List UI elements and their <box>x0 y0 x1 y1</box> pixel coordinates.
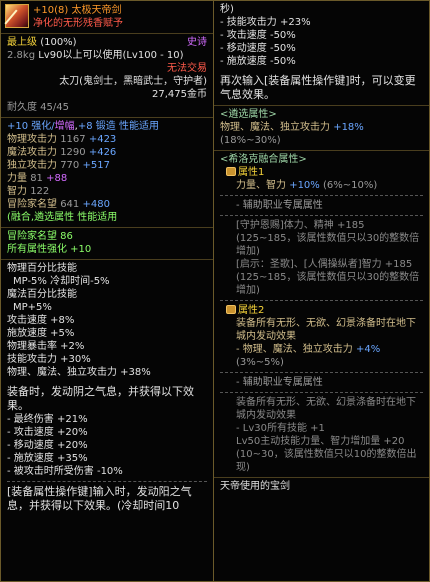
stat-row: 魔法攻击力 1290 +426 <box>7 146 207 159</box>
skill-line: 物理百分比技能 <box>7 263 77 274</box>
stat-row: 冒险家名望 641 +480 <box>7 198 207 211</box>
skill-line: 物理暴击率 +2% <box>7 341 85 352</box>
skill-line: 魔法百分比技能 <box>7 289 77 300</box>
all-stat-enhance: 所有属性强化 +10 <box>7 244 92 255</box>
equip-effect-line: - 移动速度 +20% <box>7 440 88 451</box>
grade-pct: (100%) <box>40 37 77 48</box>
attr1-value: +10% <box>289 180 320 191</box>
select-attribute-title: <遴选属性> <box>220 109 277 120</box>
stat-name: 冒险家名望 <box>7 199 57 210</box>
select-attribute-value: +18% <box>333 122 364 133</box>
skill-effects: 物理百分比技能 MP-5% 冷却时间-5% 魔法百分比技能 MP+5% 攻击速度… <box>1 260 213 516</box>
stat-row: 智力 122 <box>7 185 207 198</box>
aux-line: [启示：圣歌]、[人偶操纵者]智力 +185 (125~185，该属性数值只以3… <box>236 259 420 296</box>
breath-line: - 施放速度 -50% <box>220 56 296 67</box>
durability: 耐久度 45/45 <box>7 102 69 113</box>
aux-line: Lv50主动技能力量、智力增加量 +20 (10~30，该属性数值只以10的整数… <box>236 436 417 473</box>
stat-base: 81 <box>30 173 43 184</box>
stat-base: 1290 <box>60 147 86 158</box>
fame-value: 冒险家名望 86 <box>7 231 73 242</box>
equip-effect-line: - 被攻击时所受伤害 -10% <box>7 466 123 477</box>
enhance-note: 性能适用 <box>115 121 159 132</box>
attr2-sub: - 物理、魔法、独立攻击力 <box>236 344 353 355</box>
equip-effect-header: 装备时，发动阴之气息，并获得以下效果。 <box>7 385 194 412</box>
select-attribute-section: <遴选属性> 物理、魔法、独立攻击力 +18% (18%~30%) <box>214 106 429 151</box>
attr2-text: 装备所有无形、无欲、幻景涤备时在地下城内发动效果 <box>236 318 416 342</box>
skill-line: MP+5% <box>13 302 52 313</box>
reinput-note: 再次输入[装备属性操作键]时，可以变更气息效果。 <box>220 74 416 101</box>
fusion-attribute-title: <希洛克融合属性> <box>220 154 307 165</box>
stat-bonus: +88 <box>46 173 68 184</box>
operation-key-effect: [装备属性操作键]输入时，发动阳之气息，并获得以下效果。(冷却时间10 <box>7 485 192 512</box>
weight: 2.8kg <box>7 50 36 61</box>
aux-title: - 辅助职业专属属性 <box>236 200 323 211</box>
equip-effect-line: - 最终伤害 +21% <box>7 414 88 425</box>
equip-effect-line: - 攻击速度 +20% <box>7 427 88 438</box>
use-requirement: Lv90以上可以使用(Lv100 - 10) <box>38 50 184 61</box>
aux-line: [守护恩赐]体力、精神 +185 (125~185，该属性数值只以30的整数倍增… <box>236 220 420 257</box>
item-subtitle: 净化的无形残香赋予 <box>33 18 123 29</box>
stat-bonus: +426 <box>88 147 117 158</box>
breath-effects-cont: 秒) - 技能攻击力 +23% - 攻击速度 -50% - 移动速度 -50% … <box>214 1 429 106</box>
stat-row: 物理攻击力 1167 +423 <box>7 133 207 146</box>
skill-line: MP-5% 冷却时间-5% <box>13 276 110 287</box>
stat-bonus: +423 <box>88 134 117 145</box>
aux-line: 装备所有无形、无欲、幻景涤备时在地下城内发动效果 <box>236 397 416 421</box>
stat-bonus: +480 <box>82 199 110 210</box>
enhance-stats: +10 强化/增幅,+8 锻造 性能适用 物理攻击力 1167 +423 魔法攻… <box>1 118 213 228</box>
stat-base: 122 <box>30 186 50 197</box>
breath-line: - 攻击速度 -50% <box>220 30 296 41</box>
attr2-range: (3%~5%) <box>236 357 284 368</box>
item-basic-info: 最上级 (100%) 史诗 2.8kg Lv90以上可以使用(Lv100 - 1… <box>1 34 213 118</box>
flavor-text: 天帝使用的宝剑 <box>220 481 290 492</box>
stat-name: 独立攻击力 <box>7 160 57 171</box>
sword-icon <box>4 4 29 28</box>
item-name: +10(8) 太极天帝剑 <box>33 5 122 16</box>
amplify-label: 增幅 <box>54 121 75 132</box>
item-header: +10(8) 太极天帝剑 净化的无形残香赋予 <box>1 1 213 34</box>
item-tooltip-left-column: +10(8) 太极天帝剑 净化的无形残香赋予 最上级 (100%) 史诗 2.8… <box>0 0 214 582</box>
stat-base: 1167 <box>60 134 86 145</box>
breath-line: - 移动速度 -50% <box>220 43 296 54</box>
breath-line: - 技能攻击力 +23% <box>220 17 311 28</box>
skill-line: 技能攻击力 +30% <box>7 354 91 365</box>
grade-label: 最上级 <box>7 37 37 48</box>
item-tooltip-right-column: 秒) - 技能攻击力 +23% - 攻击速度 -50% - 移动速度 -50% … <box>214 0 430 582</box>
attr1-title: 属性1 <box>238 167 265 178</box>
stat-row: 力量 81 +88 <box>7 172 207 185</box>
weapon-type: 太刀(鬼剑士，黑暗武士，守护者) <box>59 76 207 87</box>
enhance-level: +10 强化/ <box>7 121 55 132</box>
stat-name: 力量 <box>7 173 27 184</box>
fusion-attribute-section: <希洛克融合属性> 属性1 力量、智力 +10% (6%~10%) - 辅助职业… <box>214 151 429 478</box>
attr2-title: 属性2 <box>238 305 265 316</box>
aux-line: - Lv30所有技能 +1 <box>236 423 325 434</box>
attr1-range: (6%~10%) <box>322 180 378 191</box>
fusion-note: (融合,遴选属性 性能适用 <box>7 212 118 223</box>
aux-title: - 辅助职业专属属性 <box>236 377 323 388</box>
stat-name: 魔法攻击力 <box>7 147 57 158</box>
treasure-chest-icon <box>226 305 236 314</box>
skill-line: 物理、魔法、独立攻击力 +38% <box>7 367 151 378</box>
stat-row: 独立攻击力 770 +517 <box>7 159 207 172</box>
stat-name: 智力 <box>7 186 27 197</box>
price: 27,475金币 <box>152 89 207 100</box>
stat-base: 770 <box>60 160 80 171</box>
stat-bonus: +517 <box>82 160 110 171</box>
select-attribute-text: 物理、魔法、独立攻击力 <box>220 122 330 133</box>
attr1-text: 力量、智力 <box>236 180 286 191</box>
select-attribute-range: (18%~30%) <box>220 135 281 146</box>
cont-sec: 秒) <box>220 4 234 15</box>
rarity-label: 史诗 <box>187 37 207 48</box>
equip-effect-line: - 施放速度 +35% <box>7 453 88 464</box>
skill-line: 施放速度 +5% <box>7 328 75 339</box>
fame-section: 冒险家名望 86 所有属性强化 +10 <box>1 228 213 260</box>
item-footer: 天帝使用的宝剑 <box>214 478 429 496</box>
stat-name: 物理攻击力 <box>7 134 57 145</box>
skill-line: 攻击速度 +8% <box>7 315 75 326</box>
treasure-chest-icon <box>226 167 236 176</box>
trade-status: 无法交易 <box>167 63 207 74</box>
refine-level: +8 锻造 <box>77 121 116 132</box>
attr2-value: +4% <box>355 344 381 355</box>
stat-base: 641 <box>60 199 80 210</box>
